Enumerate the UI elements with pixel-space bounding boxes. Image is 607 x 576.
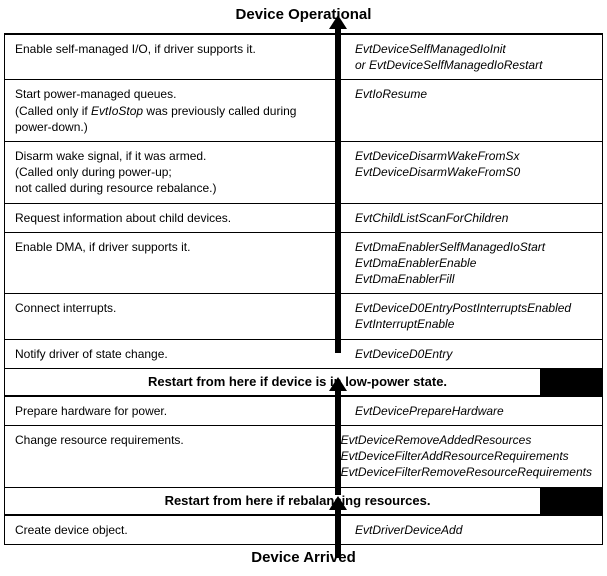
step-callbacks: EvtDmaEnablerSelfManagedIoStartEvtDmaEna… <box>345 233 602 294</box>
step-callbacks: EvtDeviceRemoveAddedResourcesEvtDeviceFi… <box>331 426 602 487</box>
table-row: Enable self-managed I/O, if driver suppo… <box>5 34 602 80</box>
section-3: Create device object. EvtDriverDeviceAdd <box>5 515 602 544</box>
title-device-operational: Device Operational <box>0 0 607 29</box>
section-2: Prepare hardware for power. EvtDevicePre… <box>5 396 602 488</box>
table-row: Enable DMA, if driver supports it. EvtDm… <box>5 232 602 295</box>
table-row: Connect interrupts. EvtDeviceD0EntryPost… <box>5 293 602 339</box>
table-row: Change resource requirements. EvtDeviceR… <box>5 425 602 488</box>
table-row: Start power-managed queues. (Called only… <box>5 79 602 142</box>
step-description: Disarm wake signal, if it was armed.(Cal… <box>5 142 345 203</box>
step-callbacks: EvtDeviceSelfManagedIoInitor EvtDeviceSe… <box>345 35 602 79</box>
step-callbacks: EvtDevicePrepareHardware <box>345 397 602 425</box>
step-description: Notify driver of state change. <box>5 340 345 368</box>
step-callbacks: EvtDriverDeviceAdd <box>345 516 602 544</box>
step-description: Connect interrupts. <box>5 294 345 338</box>
restart-black-box <box>540 488 602 514</box>
table-row: Prepare hardware for power. EvtDevicePre… <box>5 396 602 426</box>
diagram-container: Enable self-managed I/O, if driver suppo… <box>4 33 603 545</box>
step-description: Request information about child devices. <box>5 204 345 232</box>
table-row: Disarm wake signal, if it was armed.(Cal… <box>5 141 602 204</box>
step-description: Enable self-managed I/O, if driver suppo… <box>5 35 345 79</box>
table-row: Create device object. EvtDriverDeviceAdd <box>5 515 602 544</box>
restart-label: Restart from here if rebalancing resourc… <box>5 493 540 508</box>
restart-black-box <box>540 369 602 395</box>
restart-label: Restart from here if device is in low-po… <box>5 374 540 389</box>
step-callbacks: EvtDeviceD0EntryPostInterruptsEnabledEvt… <box>345 294 602 338</box>
step-description: Prepare hardware for power. <box>5 397 345 425</box>
section-1: Enable self-managed I/O, if driver suppo… <box>5 34 602 369</box>
restart-bar-rebalance: Restart from here if rebalancing resourc… <box>5 487 602 515</box>
step-callbacks: EvtDeviceDisarmWakeFromSxEvtDeviceDisarm… <box>345 142 602 203</box>
step-callbacks: EvtIoResume <box>345 80 602 141</box>
step-description: Start power-managed queues. (Called only… <box>5 80 345 141</box>
step-callbacks: EvtChildListScanForChildren <box>345 204 602 232</box>
step-description: Change resource requirements. <box>5 426 331 487</box>
step-description: Enable DMA, if driver supports it. <box>5 233 345 294</box>
step-description: Create device object. <box>5 516 345 544</box>
table-row: Notify driver of state change. EvtDevice… <box>5 339 602 369</box>
restart-bar-low-power: Restart from here if device is in low-po… <box>5 368 602 396</box>
title-device-arrived: Device Arrived <box>0 545 607 572</box>
table-row: Request information about child devices.… <box>5 203 602 233</box>
step-callbacks: EvtDeviceD0Entry <box>345 340 602 368</box>
